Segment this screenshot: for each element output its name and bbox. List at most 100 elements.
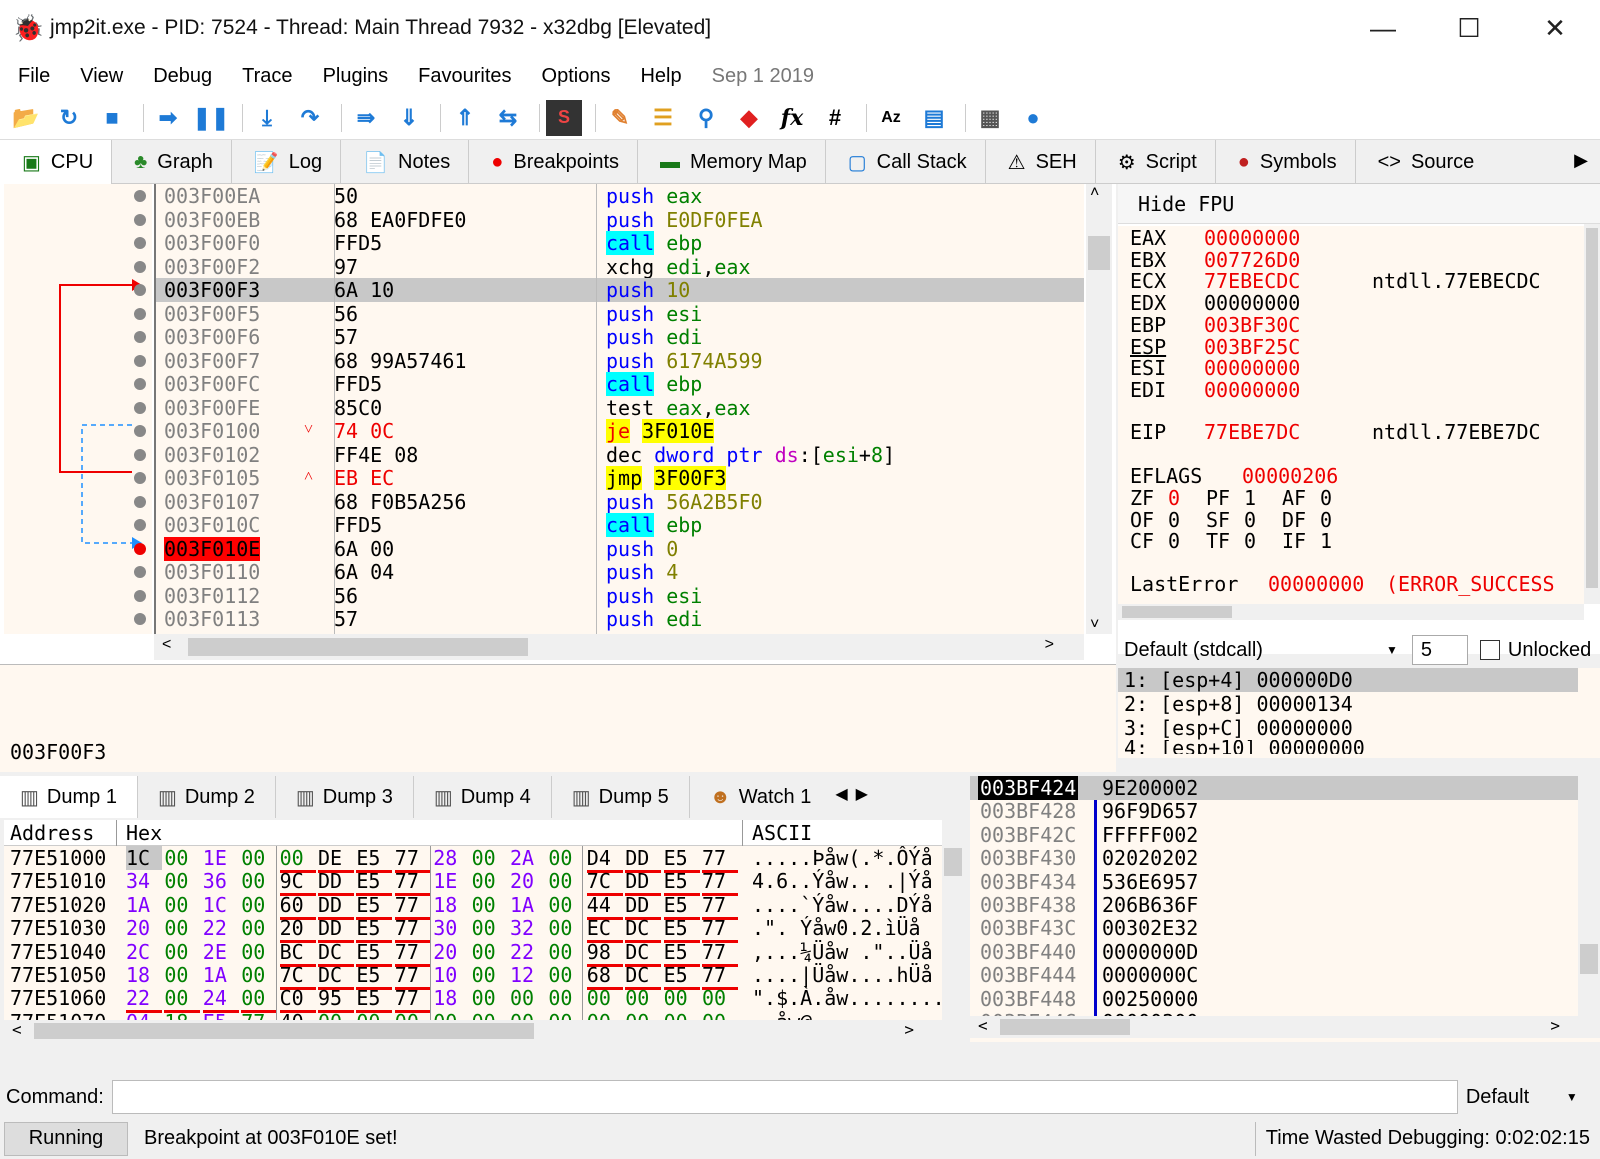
hex-byte[interactable]: 00	[241, 963, 277, 987]
hex-byte[interactable]: 00	[472, 986, 508, 1010]
register-value[interactable]: 00000000	[1204, 356, 1300, 380]
hex-byte[interactable]: 00	[164, 893, 200, 917]
disasm-row[interactable]: 003F0110 6A 04 push 4	[156, 560, 1084, 584]
disasm-row[interactable]: 003F0102 FF4E 08 dec dword ptr ds:[esi+8]	[156, 443, 1084, 467]
hex-byte[interactable]: 00	[548, 846, 584, 870]
breakpoint-dot[interactable]	[134, 378, 146, 390]
hex-byte[interactable]: 00	[472, 916, 508, 940]
hex-byte[interactable]: 00	[472, 940, 508, 964]
stop-icon[interactable]: ■	[94, 100, 130, 136]
breakpoint-dot[interactable]	[134, 190, 146, 202]
hex-byte[interactable]: 32	[510, 916, 546, 940]
breakpoint-dot[interactable]	[134, 331, 146, 343]
dropdown-arrow-icon[interactable]: ▼	[1386, 643, 1398, 657]
tab-call-stack[interactable]: ▢ Call Stack	[826, 140, 986, 184]
dump-view[interactable]: Address Hex ASCII 77E51000 1C 00 1E 00 00 DE E5…	[4, 820, 964, 1042]
hex-byte[interactable]: 00	[241, 940, 277, 964]
hex-byte[interactable]: 00	[472, 893, 508, 917]
menu-view[interactable]: View	[80, 65, 123, 88]
disasm-row[interactable]: 003F00F7 68 99A57461 push 6174A599	[156, 349, 1084, 373]
close-button[interactable]: ✕	[1512, 0, 1598, 56]
menu-plugins[interactable]: Plugins	[323, 65, 389, 88]
breakpoint-dot[interactable]	[134, 355, 146, 367]
flag-value[interactable]: 0	[1320, 508, 1332, 532]
hex-byte[interactable]: 30	[433, 916, 469, 940]
stack-row[interactable]: 003BF428 96F9D657	[970, 799, 1580, 823]
disasm-row[interactable]: 003F00F2 97 xchg edi,eax	[156, 255, 1084, 279]
hex-byte[interactable]: 00	[548, 940, 584, 964]
trace-over-icon[interactable]: ⇓	[391, 100, 427, 136]
flag-value[interactable]: 1	[1244, 486, 1256, 510]
scroll-left-icon[interactable]: <	[12, 1020, 22, 1039]
functions-icon[interactable]: fx	[774, 100, 810, 136]
dump-row[interactable]: 77E51000 1C 00 1E 00 00 DE E5 77 28 00 2A 00 D4 DD E5 77…	[4, 846, 944, 873]
tab-symbols[interactable]: ● Symbols	[1216, 140, 1356, 184]
hex-byte[interactable]: 2C	[126, 940, 162, 964]
dump-row[interactable]: 77E51040 2C 00 2E 00 BC DC E5 77 20 00 22 00 98 DC E5 77…	[4, 940, 944, 967]
tab-dump-5[interactable]: ▥ Dump 5	[552, 776, 690, 818]
run-icon[interactable]: ➡	[150, 100, 186, 136]
tab-watch-1[interactable]: ☻ Watch 1	[690, 776, 832, 818]
hex-byte[interactable]: 18	[433, 893, 469, 917]
hex-byte[interactable]: 00	[587, 986, 623, 1010]
breakpoint-dot[interactable]	[134, 425, 146, 437]
menu-file[interactable]: File	[18, 65, 50, 88]
breakpoint-dot[interactable]	[134, 261, 146, 273]
step-over-icon[interactable]: ↷	[292, 100, 328, 136]
scroll-right-icon[interactable]: >	[1045, 636, 1054, 654]
hex-byte[interactable]: 00	[548, 893, 584, 917]
pause-icon[interactable]: ❚❚	[193, 100, 230, 136]
stack-row[interactable]: 003BF444 0000000C	[970, 963, 1580, 987]
scroll-left-icon[interactable]: <	[162, 636, 171, 654]
register-value[interactable]: 00000000	[1268, 572, 1364, 596]
hash-icon[interactable]: #	[817, 100, 853, 136]
hex-byte[interactable]: 2E	[203, 940, 239, 964]
run-to-user-code-icon[interactable]: ⇆	[490, 100, 526, 136]
breakpoint-dot[interactable]	[134, 402, 146, 414]
register-value[interactable]: 003BF30C	[1204, 313, 1300, 337]
register-value[interactable]: 77EBECDC	[1204, 269, 1300, 293]
register-value[interactable]: 00000000	[1204, 291, 1300, 315]
disasm-row[interactable]: 003F00EA 50 push eax	[156, 184, 1084, 208]
tab-notes[interactable]: 📄 Notes	[341, 140, 470, 184]
register-value[interactable]: 003BF25C	[1204, 335, 1300, 359]
scylla-icon[interactable]: S	[546, 99, 582, 136]
scroll-right-icon[interactable]: >	[904, 1020, 914, 1039]
flag-value[interactable]: 1	[1320, 529, 1332, 553]
register-value[interactable]: 007726D0	[1204, 248, 1300, 272]
scroll-right-icon[interactable]: >	[1550, 1016, 1560, 1035]
flag-value[interactable]: 0	[1244, 508, 1256, 532]
hex-byte[interactable]: 00	[548, 963, 584, 987]
hex-byte[interactable]: 00	[164, 916, 200, 940]
breakpoint-dot[interactable]	[134, 449, 146, 461]
hex-byte[interactable]: 00	[164, 846, 200, 870]
hex-byte[interactable]: 36	[203, 869, 239, 893]
tab-dump-3[interactable]: ▥ Dump 3	[276, 776, 414, 818]
hex-byte[interactable]: 22	[203, 916, 239, 940]
tab-cpu[interactable]: ▣ CPU	[0, 140, 113, 184]
trace-into-icon[interactable]: ⇛	[348, 100, 384, 136]
breakpoint-dot[interactable]	[134, 237, 146, 249]
breakpoint-dot[interactable]	[134, 543, 146, 555]
disassembly-view[interactable]: 003F00EA 50 push eax 003F00EB 68 EA0FDFE0 pus…	[154, 184, 1084, 634]
flag-value[interactable]: 0	[1168, 486, 1180, 510]
calling-convention-select[interactable]: Default (stdcall)	[1124, 639, 1386, 662]
registers-hscroll[interactable]	[1118, 604, 1584, 620]
address-column-header[interactable]: Address	[10, 821, 94, 845]
stack-view[interactable]: 003BF424 9E200002 003BF428 96F9D657 003BF42C…	[970, 776, 1600, 1042]
flag-value[interactable]: 0	[1168, 508, 1180, 532]
tab-seh[interactable]: ⚠ SEH	[986, 140, 1096, 184]
tab-breakpoints[interactable]: ● Breakpoints	[469, 140, 639, 184]
hex-byte[interactable]: 34	[126, 869, 162, 893]
scroll-left-icon[interactable]: <	[978, 1016, 988, 1035]
register-value[interactable]: 00000206	[1242, 464, 1338, 488]
menu-help[interactable]: Help	[640, 65, 681, 88]
minimize-button[interactable]: —	[1340, 0, 1426, 56]
hex-byte[interactable]: 00	[548, 869, 584, 893]
stack-hscroll[interactable]: < >	[970, 1016, 1600, 1038]
hex-column-header[interactable]: Hex	[126, 821, 162, 845]
hex-byte[interactable]: 00	[241, 869, 277, 893]
tab-dump-1[interactable]: ▥ Dump 1	[0, 776, 138, 818]
hex-byte[interactable]: 00	[472, 963, 508, 987]
disasm-row[interactable]: 003F00FE 85C0 test eax,eax	[156, 396, 1084, 420]
